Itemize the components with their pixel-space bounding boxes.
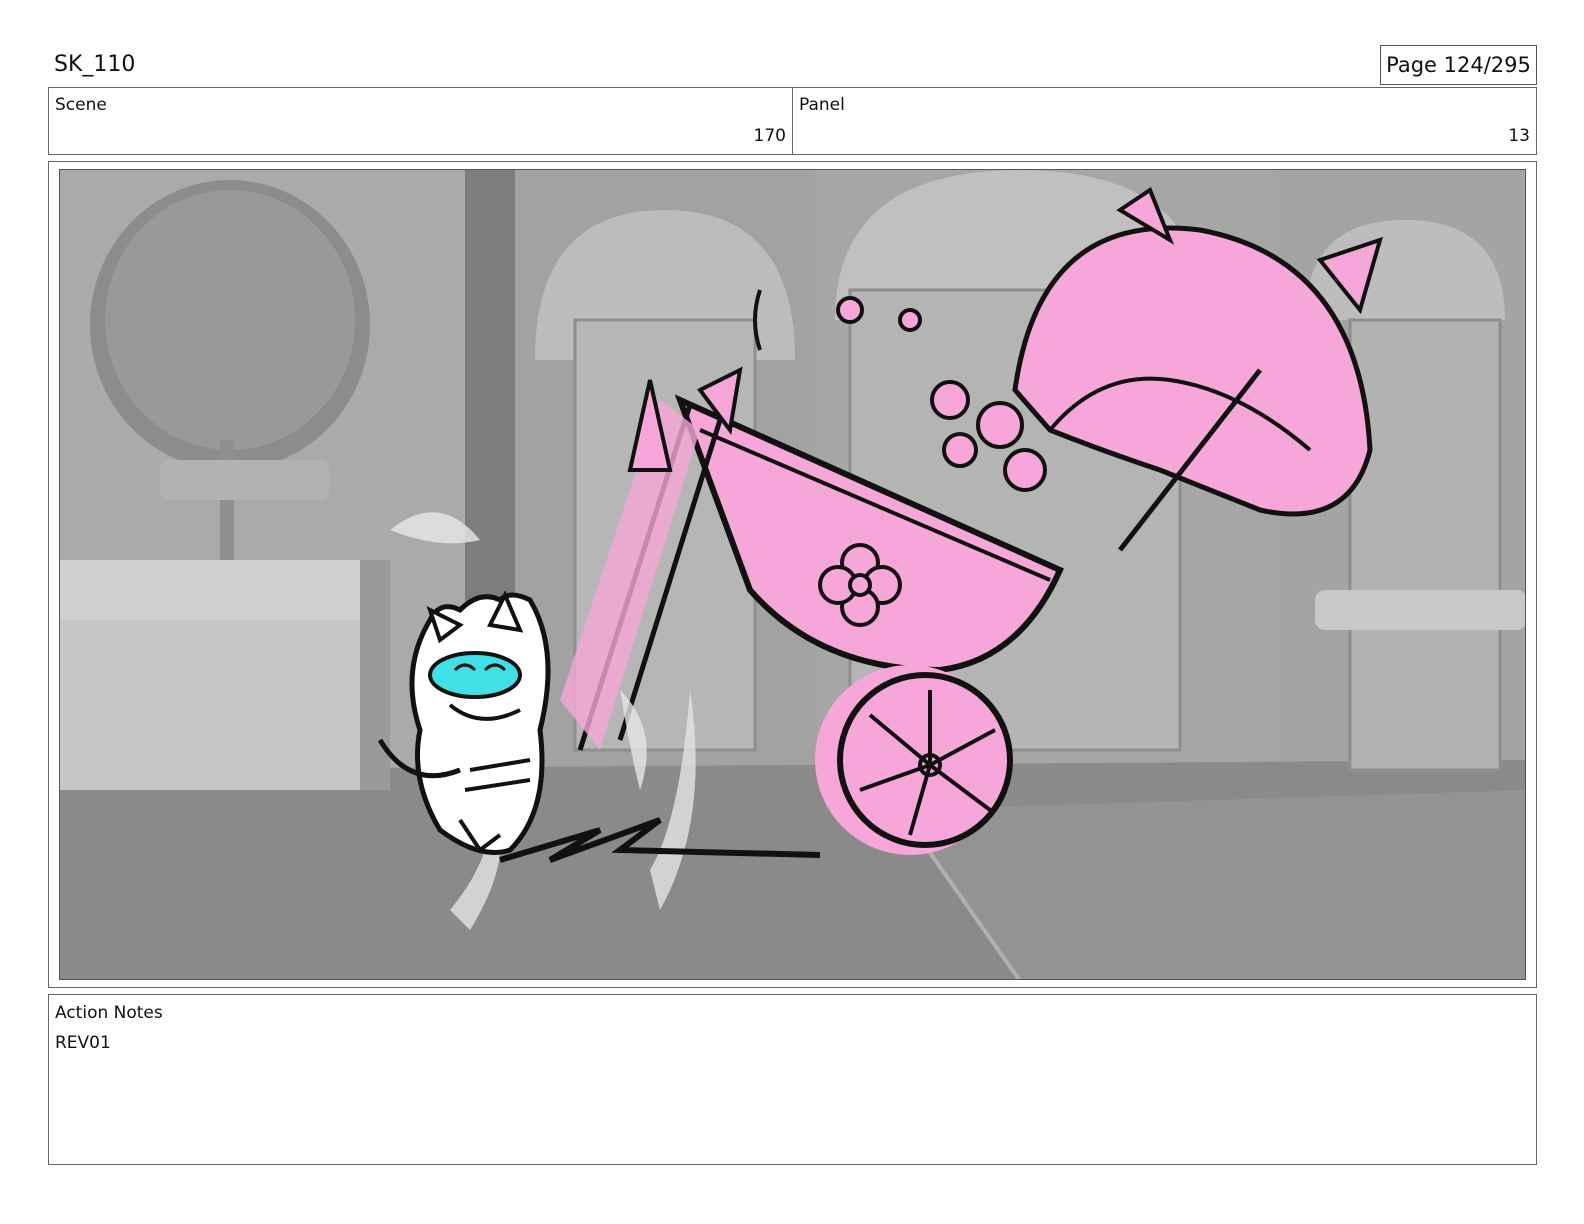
page-number: Page 124/295 <box>1380 45 1537 85</box>
panel-label: Panel <box>799 95 845 115</box>
scene-label: Scene <box>55 95 107 115</box>
storyboard-image <box>59 169 1526 980</box>
panel-value: 13 <box>1508 126 1530 146</box>
action-notes: Action Notes REV01 <box>48 994 1537 1165</box>
scene-cell: Scene 170 <box>49 88 793 154</box>
scene-panel-row: Scene 170 Panel 13 <box>48 87 1537 155</box>
action-notes-text: REV01 <box>55 1033 111 1053</box>
action-notes-label: Action Notes <box>55 1003 163 1023</box>
document-id: SK_110 <box>54 52 136 77</box>
scene-value: 170 <box>753 126 786 146</box>
panel-cell: Panel 13 <box>793 88 1536 154</box>
